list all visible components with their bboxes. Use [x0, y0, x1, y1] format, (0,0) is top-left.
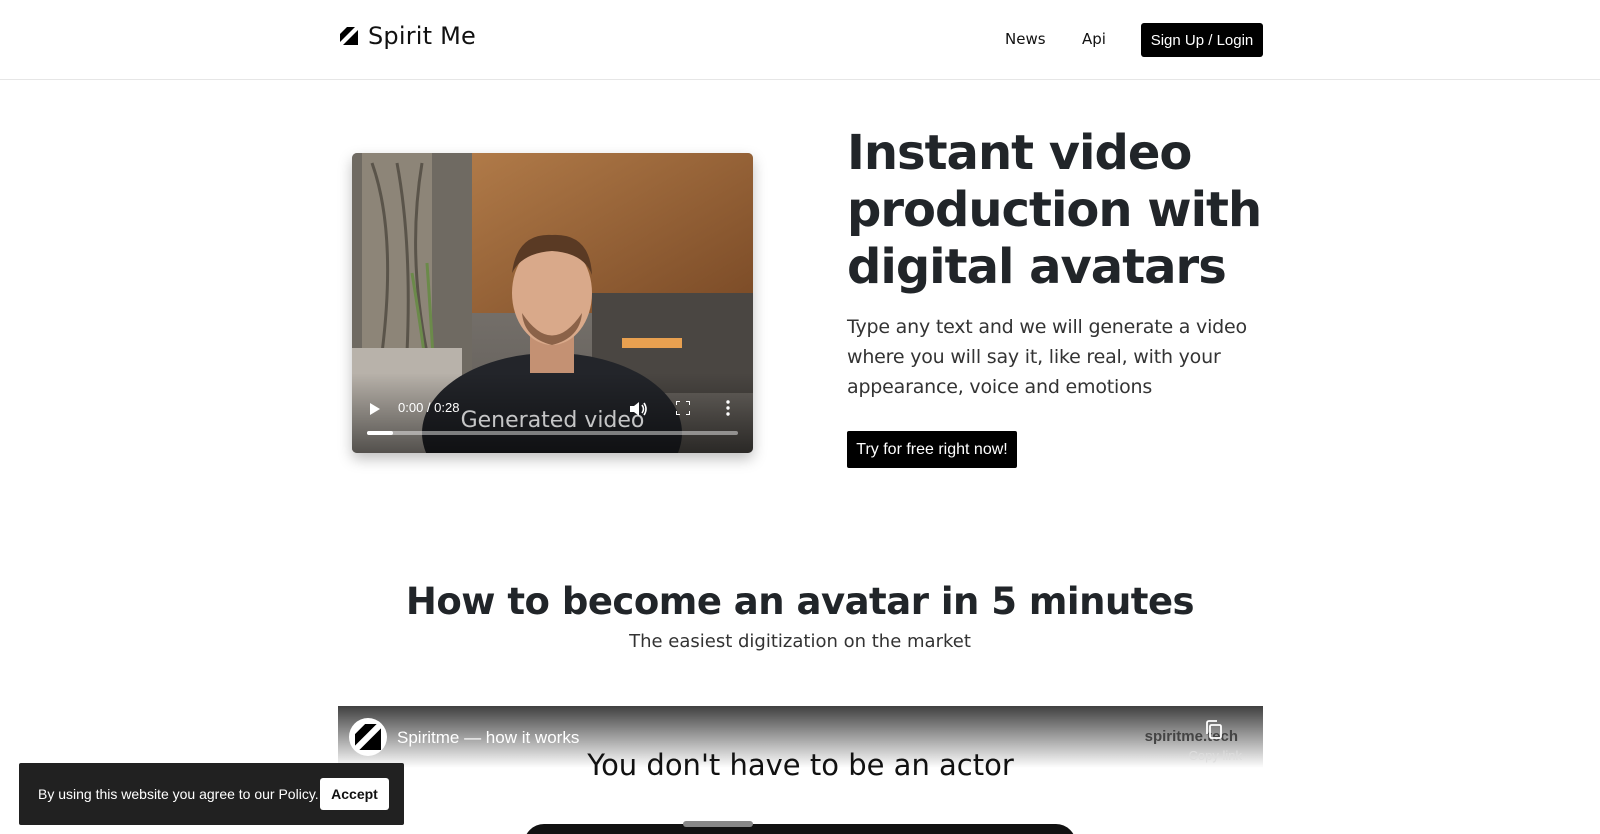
video-progress-fill	[367, 431, 393, 435]
brand-name: Spirit Me	[368, 22, 476, 50]
embed-video-title[interactable]: Spiritme — how it works	[397, 728, 579, 748]
video-progress-bar[interactable]	[367, 431, 738, 435]
more-options-icon[interactable]	[726, 400, 730, 416]
video-caption: Generated video	[460, 408, 645, 433]
signup-login-button[interactable]: Sign Up / Login	[1141, 23, 1263, 57]
hero-subtitle: Type any text and we will generate a vid…	[847, 316, 1247, 398]
hero-title: Instant video production with digital av…	[847, 125, 1262, 295]
phone-illustration	[524, 824, 1076, 834]
brand-logo-icon	[340, 27, 358, 45]
hero-video-player[interactable]: 0:00 / 0:28 Generated video	[352, 153, 753, 453]
volume-icon[interactable]	[630, 401, 648, 417]
embed-headline: You don't have to be an actor	[587, 748, 1014, 782]
section-subtitle: The easiest digitization on the market	[629, 631, 971, 652]
fullscreen-icon[interactable]	[676, 401, 690, 415]
site-header: Spirit Me News Api Sign Up / Login	[0, 0, 1600, 80]
brand[interactable]: Spirit Me	[340, 22, 476, 50]
embed-domain: spiritme.tech	[1144, 728, 1238, 745]
try-free-button[interactable]: Try for free right now!	[847, 431, 1017, 468]
cookie-banner: By using this website you agree to our P…	[19, 763, 404, 825]
channel-logo-icon	[355, 724, 381, 750]
nav-link-news[interactable]: News	[1005, 30, 1046, 48]
cookie-text: By using this website you agree to our P…	[38, 786, 319, 802]
copy-link-label[interactable]: Copy link	[1189, 748, 1242, 763]
copy-link-icon[interactable]	[1205, 720, 1223, 740]
section-title: How to become an avatar in 5 minutes	[405, 580, 1195, 623]
channel-avatar[interactable]	[349, 718, 387, 756]
embedded-video-player[interactable]: You don't have to be an actor Spiritme —…	[338, 706, 1263, 834]
phone-notch	[683, 821, 753, 827]
nav-link-api[interactable]: Api	[1082, 30, 1106, 48]
accept-cookies-button[interactable]: Accept	[320, 778, 389, 810]
video-controls: 0:00 / 0:28 Generated video	[352, 373, 753, 453]
